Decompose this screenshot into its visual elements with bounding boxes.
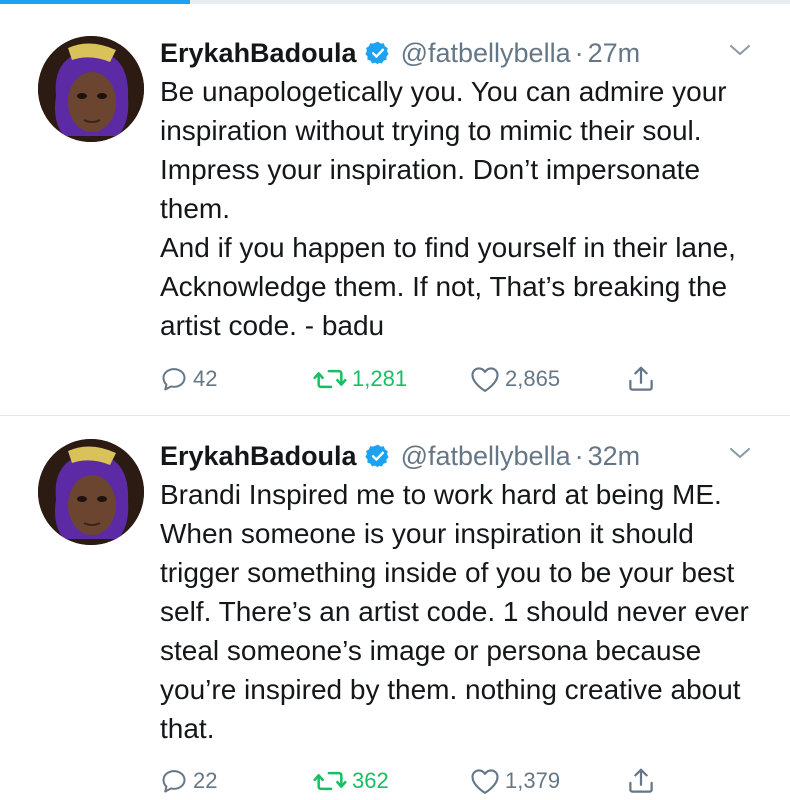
chevron-down-icon[interactable] [728,42,752,58]
like-count: 1,379 [505,768,561,793]
verified-badge-icon [364,40,391,66]
display-name[interactable]: ErykahBadoula [160,441,357,472]
loading-progress-fill [0,0,190,4]
display-name[interactable]: ErykahBadoula [160,38,357,69]
reply-button[interactable]: 42 [160,362,217,396]
reply-count: 42 [193,366,218,391]
user-handle[interactable]: @fatbellybella [401,38,571,69]
retweet-count: 1,281 [352,366,408,391]
share-button[interactable] [626,362,656,396]
share-icon [626,766,656,796]
tweet-actions: 22 362 1,379 [160,764,720,798]
verified-badge-icon [364,443,391,469]
retweet-icon [313,767,347,795]
like-button[interactable]: 2,865 [470,362,560,396]
tweet-header: ErykahBadoula @fatbellybella · 27m [160,36,640,70]
reply-button[interactable]: 22 [160,764,217,798]
avatar[interactable] [38,439,144,545]
tweet[interactable]: ErykahBadoula @fatbellybella · 27m Be un… [0,14,790,416]
share-button[interactable] [626,764,656,798]
reply-icon [160,365,188,393]
reply-icon [160,767,188,795]
tweet[interactable]: ErykahBadoula @fatbellybella · 32m Brand… [0,417,790,800]
tweet-text: Be unapologetically you. You can admire … [160,76,736,341]
share-icon [626,364,656,394]
retweet-button[interactable]: 362 [313,764,389,798]
separator-dot: · [574,440,584,471]
like-button[interactable]: 1,379 [470,764,560,798]
tweet-actions: 42 1,281 2,865 [160,362,720,396]
reply-count: 22 [193,768,218,793]
separator-dot: · [574,37,584,68]
tweet-header: ErykahBadoula @fatbellybella · 32m [160,439,640,473]
like-count: 2,865 [505,366,561,391]
retweet-button[interactable]: 1,281 [313,362,407,396]
heart-icon [470,365,500,393]
retweet-count: 362 [352,768,389,793]
timestamp[interactable]: 27m [588,38,641,69]
loading-progress-bar [0,0,790,4]
avatar[interactable] [38,36,144,142]
retweet-icon [313,365,347,393]
timestamp[interactable]: 32m [588,441,641,472]
user-handle[interactable]: @fatbellybella [401,441,571,472]
tweet-text: Brandi Inspired me to work hard at being… [160,479,749,744]
chevron-down-icon[interactable] [728,445,752,461]
heart-icon [470,767,500,795]
